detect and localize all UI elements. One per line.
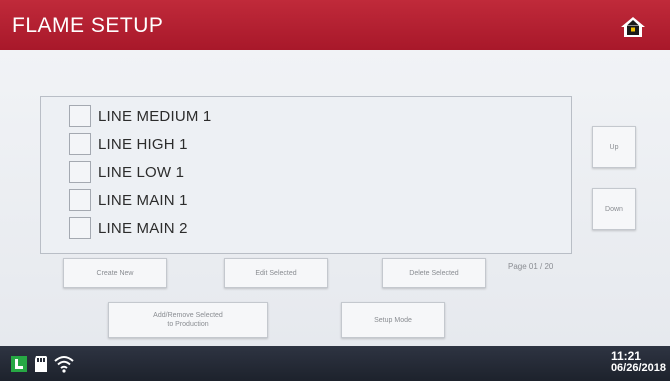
edit-selected-button[interactable]: Edit Selected xyxy=(224,258,328,288)
status-bar: 11:21 06/26/2018 xyxy=(0,346,670,381)
header-bar: FLAME SETUP xyxy=(0,0,670,50)
scroll-down-button[interactable]: Down xyxy=(592,188,636,230)
create-new-button[interactable]: Create New xyxy=(63,258,167,288)
date-text: 06/26/2018 xyxy=(610,362,666,374)
list-item[interactable]: LINE MAIN 2 xyxy=(69,217,188,239)
list-item[interactable]: LINE MAIN 1 xyxy=(69,189,188,211)
item-label: LINE MAIN 1 xyxy=(98,191,188,209)
list-item[interactable]: LINE MEDIUM 1 xyxy=(69,105,211,127)
delete-selected-button[interactable]: Delete Selected xyxy=(382,258,486,288)
sd-card-icon xyxy=(35,356,47,372)
page-indicator: Page 01 / 20 xyxy=(508,262,554,271)
add-remove-production-button[interactable]: Add/Remove Selected to Production xyxy=(108,302,268,338)
battery-icon xyxy=(11,356,27,372)
status-icons xyxy=(10,355,74,373)
clock: 11:21 06/26/2018 xyxy=(611,350,666,374)
item-checkbox[interactable] xyxy=(69,189,91,211)
item-label: LINE MEDIUM 1 xyxy=(98,107,212,125)
list-item[interactable]: LINE HIGH 1 xyxy=(69,133,188,155)
item-label: LINE HIGH 1 xyxy=(98,135,188,153)
item-checkbox[interactable] xyxy=(69,217,91,239)
list-item[interactable]: LINE LOW 1 xyxy=(69,161,184,183)
item-label: LINE MAIN 2 xyxy=(98,219,188,237)
item-label: LINE LOW 1 xyxy=(98,163,185,181)
scroll-up-button[interactable]: Up xyxy=(592,126,636,168)
flame-list-panel: LINE MEDIUM 1 LINE HIGH 1 LINE LOW 1 LIN… xyxy=(40,96,572,254)
home-icon xyxy=(621,17,645,37)
item-checkbox[interactable] xyxy=(69,161,91,183)
wifi-icon xyxy=(54,356,74,373)
time-text: 11:21 xyxy=(610,349,641,363)
setup-mode-button[interactable]: Setup Mode xyxy=(341,302,445,338)
item-checkbox[interactable] xyxy=(69,133,91,155)
item-checkbox[interactable] xyxy=(69,105,91,127)
home-button[interactable] xyxy=(618,12,648,42)
page-title: FLAME SETUP xyxy=(12,14,164,37)
